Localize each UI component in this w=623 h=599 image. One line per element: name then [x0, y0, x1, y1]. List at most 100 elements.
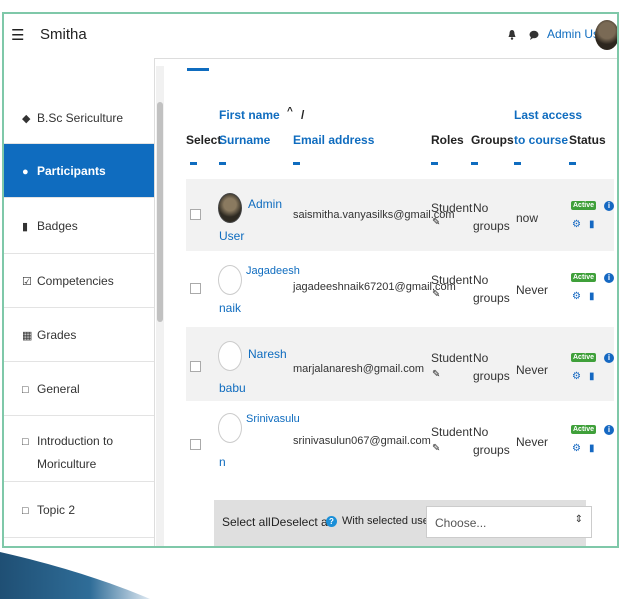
sidebar-item-general[interactable]: □ General [4, 362, 154, 416]
participant-last-access: Never [516, 363, 549, 377]
notifications-bell-icon[interactable] [508, 30, 516, 40]
menu-toggle-icon[interactable]: ☰ [11, 26, 24, 44]
hide-column-icon[interactable] [219, 162, 226, 165]
hide-column-icon[interactable] [293, 162, 300, 165]
header-last-access-2[interactable]: to course [514, 133, 568, 147]
sidebar-item-participants[interactable]: ● Participants [4, 144, 154, 198]
folder-icon: □ [22, 505, 29, 517]
row-checkbox[interactable] [190, 361, 201, 372]
select-all-button[interactable]: Select all [222, 515, 271, 529]
edit-role-pencil-icon[interactable]: ✎ [432, 217, 440, 228]
header-roles: Roles [431, 133, 464, 147]
participant-first-name[interactable]: Admin [248, 197, 282, 211]
info-icon[interactable]: i [604, 273, 614, 283]
sidebar-item-label: B.Sc Sericulture [37, 111, 124, 125]
hide-column-icon[interactable] [190, 162, 197, 165]
participant-role: Student [431, 351, 473, 365]
info-icon[interactable]: i [604, 201, 614, 211]
header-last-access[interactable]: Last access [514, 108, 582, 122]
hide-column-icon[interactable] [514, 162, 521, 165]
participant-groups: No [473, 425, 489, 439]
row-checkbox[interactable] [190, 209, 201, 220]
sidebar-item-label: Badges [37, 219, 78, 233]
participants-table: Select First name ^ / Surname Email addr… [169, 58, 617, 546]
sidebar-scrollbar[interactable] [156, 66, 164, 546]
sidebar-item-label: Topic 2 [37, 503, 76, 517]
participant-role: Student [431, 425, 473, 439]
folder-icon: □ [22, 384, 29, 396]
status-badge: Active [571, 201, 597, 210]
sidebar-scrollbar-thumb[interactable] [157, 102, 163, 322]
bulk-action-select[interactable]: Choose... ⇕ [426, 506, 592, 538]
header-first-name[interactable]: First name [219, 108, 280, 122]
header-surname[interactable]: Surname [219, 133, 270, 147]
enrolment-settings-gear-icon[interactable]: ⚙ [572, 443, 581, 454]
participant-last-access: Never [516, 283, 549, 297]
participant-role: Student [431, 201, 473, 215]
info-icon[interactable]: i [604, 425, 614, 435]
participant-groups-cont: groups [473, 369, 510, 383]
course-nav-drawer: ◆ B.Sc Sericulture ● Participants ▮ Badges … [4, 58, 155, 546]
participant-role: Student [431, 273, 473, 287]
participant-surname[interactable]: babu [219, 381, 246, 395]
participant-first-name[interactable]: Jagadeesh [246, 265, 300, 277]
participant-surname[interactable]: User [219, 229, 244, 243]
status-badge: Active [571, 353, 597, 362]
info-icon[interactable]: i [604, 353, 614, 363]
top-navbar: ☰ Smitha Admin User [4, 14, 617, 59]
messages-icon[interactable] [529, 30, 539, 40]
app-window: ☰ Smitha Admin User ◆ B.Sc Sericulture ● P… [2, 12, 619, 548]
header-slash: / [301, 108, 305, 122]
participant-groups: No [473, 273, 489, 287]
graduation-cap-icon: ◆ [22, 113, 31, 125]
row-checkbox[interactable] [190, 439, 201, 450]
status-badge: Active [571, 425, 597, 434]
participant-surname[interactable]: naik [219, 301, 241, 315]
enrolment-settings-gear-icon[interactable]: ⚙ [572, 371, 581, 382]
sidebar-item-introduction[interactable]: □ Introduction to Moriculture [4, 416, 154, 482]
hide-column-icon[interactable] [471, 162, 478, 165]
folder-icon: □ [22, 436, 29, 448]
participant-surname[interactable]: n [219, 455, 226, 469]
sidebar-item-badges[interactable]: ▮ Badges [4, 198, 154, 254]
user-avatar[interactable] [595, 20, 617, 50]
edit-role-pencil-icon[interactable]: ✎ [432, 443, 440, 454]
sidebar-item-grades[interactable]: ▦ Grades [4, 308, 154, 362]
sidebar-item-course[interactable]: ◆ B.Sc Sericulture [4, 92, 154, 144]
hide-column-icon[interactable] [569, 162, 576, 165]
participant-avatar [218, 193, 242, 223]
unenrol-trash-icon[interactable]: ▮ [589, 443, 595, 454]
participant-first-name[interactable]: Srinivasulu [246, 413, 300, 425]
shield-icon: ▮ [22, 221, 29, 233]
sidebar-item-label: General [37, 382, 80, 396]
sidebar-item-topic-2[interactable]: □ Topic 2 [4, 482, 154, 538]
help-icon[interactable]: ? [326, 516, 337, 527]
edit-role-pencil-icon[interactable]: ✎ [432, 289, 440, 300]
sidebar-item-label: Grades [37, 328, 77, 342]
deselect-all-button[interactable]: Deselect all [271, 515, 333, 529]
enrolment-settings-gear-icon[interactable]: ⚙ [572, 219, 581, 230]
table-row: Naresh babu marjalanaresh@gmail.com Stud… [186, 327, 614, 401]
enrolment-settings-gear-icon[interactable]: ⚙ [572, 291, 581, 302]
participant-email: marjalanaresh@gmail.com [293, 363, 424, 375]
participant-groups: No [473, 351, 489, 365]
check-square-icon: ☑ [22, 276, 32, 288]
unenrol-trash-icon[interactable]: ▮ [589, 219, 595, 230]
participant-groups-cont: groups [473, 219, 510, 233]
site-name[interactable]: Smitha [40, 26, 87, 43]
hide-column-icon[interactable] [431, 162, 438, 165]
participant-first-name[interactable]: Naresh [248, 347, 287, 361]
sidebar-item-competencies[interactable]: ☑ Competencies [4, 254, 154, 308]
sidebar-item-label: Introduction to [37, 434, 114, 448]
select-arrows-icon: ⇕ [574, 514, 583, 525]
header-email[interactable]: Email address [293, 133, 374, 147]
unenrol-trash-icon[interactable]: ▮ [589, 291, 595, 302]
edit-role-pencil-icon[interactable]: ✎ [432, 369, 440, 380]
row-checkbox[interactable] [190, 283, 201, 294]
sidebar-item-label: Competencies [37, 274, 114, 288]
sidebar-item-label: Participants [37, 164, 106, 178]
participant-email: srinivasulun067@gmail.com [293, 435, 431, 447]
sidebar-item-label-cont: Moriculture [37, 457, 97, 471]
unenrol-trash-icon[interactable]: ▮ [589, 371, 595, 382]
participant-last-access: now [516, 211, 539, 225]
